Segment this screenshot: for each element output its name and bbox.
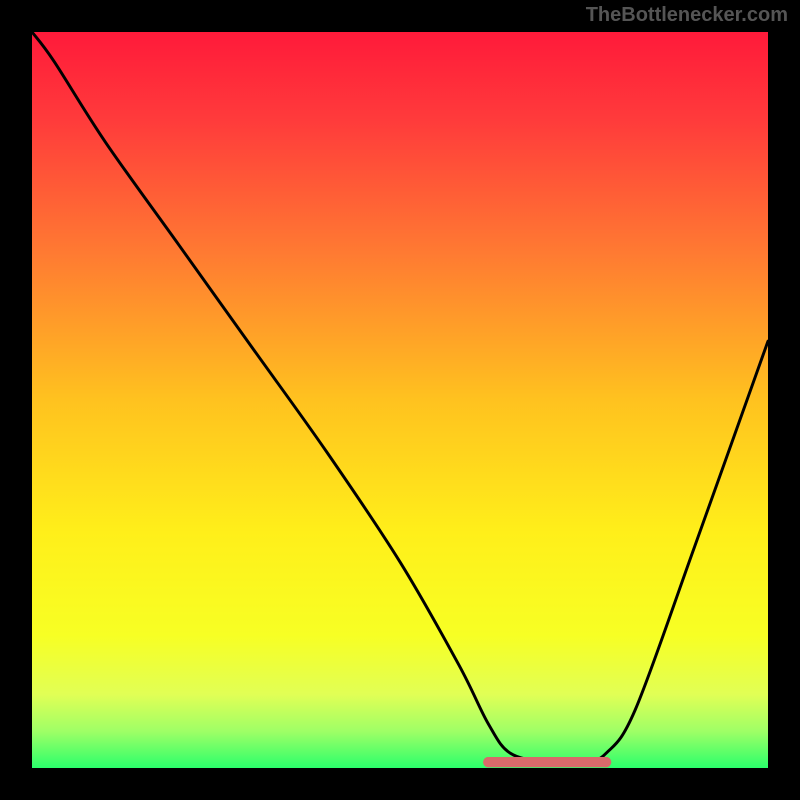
bottleneck-curve — [32, 32, 768, 763]
chart-outer-frame: TheBottlenecker.com — [0, 0, 800, 800]
watermark-text: TheBottlenecker.com — [586, 4, 788, 27]
flat-zone-highlight — [483, 757, 611, 767]
curve-layer — [32, 32, 768, 768]
plot-area — [32, 32, 768, 768]
